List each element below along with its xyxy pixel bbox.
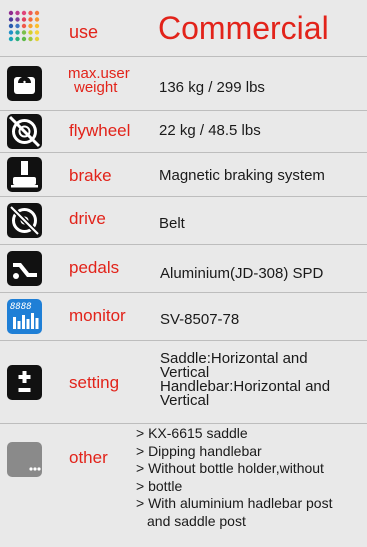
spec-row-pedals: pedals Aluminium(JD-308) SPD	[0, 245, 367, 293]
brake-icon	[7, 157, 42, 192]
color-dots-icon	[7, 9, 42, 44]
drive-icon	[7, 203, 42, 238]
other-item: > With aluminium hadlebar post	[136, 495, 333, 511]
flywheel-icon	[7, 114, 42, 149]
more-icon	[7, 442, 42, 477]
spec-row-use: use Commercial	[0, 0, 367, 57]
other-list: > KX-6615 saddle > Dipping handlebar > W…	[136, 425, 333, 530]
spec-row-max-user-weight: max.user weight 136 kg / 299 lbs	[0, 57, 367, 111]
spec-sheet: use Commercial max.user weight 136 kg / …	[0, 0, 367, 547]
flywheel-label: flywheel	[69, 121, 131, 140]
setting-line: Vertical	[160, 392, 210, 409]
monitor-value: SV-8507-78	[160, 311, 240, 328]
spec-row-monitor: 8888 monitor SV-8507-78	[0, 293, 367, 341]
max-user-weight-label-line2: weight	[74, 79, 118, 96]
flywheel-value: 22 kg / 48.5 lbs	[159, 122, 261, 139]
use-value: Commercial	[158, 10, 329, 46]
pedals-value: Aluminium(JD-308) SPD	[160, 265, 324, 282]
spec-row-flywheel: flywheel 22 kg / 48.5 lbs	[0, 111, 367, 153]
drive-value: Belt	[159, 215, 185, 232]
other-item: > Without bottle holder,without	[136, 460, 324, 476]
other-item: > KX-6615 saddle	[136, 425, 248, 441]
spec-row-setting: setting Saddle:Horizontal and Vertical H…	[0, 341, 367, 424]
drive-label: drive	[69, 209, 106, 228]
other-item: and saddle post	[147, 512, 246, 529]
spec-row-drive: drive Belt	[0, 197, 367, 245]
setting-values: Saddle:Horizontal and Vertical Handlebar…	[160, 351, 330, 409]
pedals-label: pedals	[69, 258, 120, 277]
other-item: > Dipping handlebar	[136, 442, 262, 459]
monitor-icon: 8888	[7, 299, 42, 334]
monitor-label: monitor	[69, 306, 126, 325]
setting-label: setting	[69, 373, 120, 392]
spec-row-brake: brake Magnetic braking system	[0, 153, 367, 197]
max-user-weight-value: 136 kg / 299 lbs	[159, 79, 265, 96]
brake-value: Magnetic braking system	[159, 167, 325, 184]
use-label: use	[69, 22, 99, 42]
plus-minus-icon	[7, 365, 42, 400]
other-item: > bottle	[136, 477, 183, 494]
scale-icon	[7, 66, 42, 101]
spec-row-other: other > KX-6615 saddle > Dipping handleb…	[0, 424, 367, 547]
other-label: other	[69, 448, 108, 467]
pedal-icon	[7, 251, 42, 286]
brake-label: brake	[69, 166, 112, 185]
